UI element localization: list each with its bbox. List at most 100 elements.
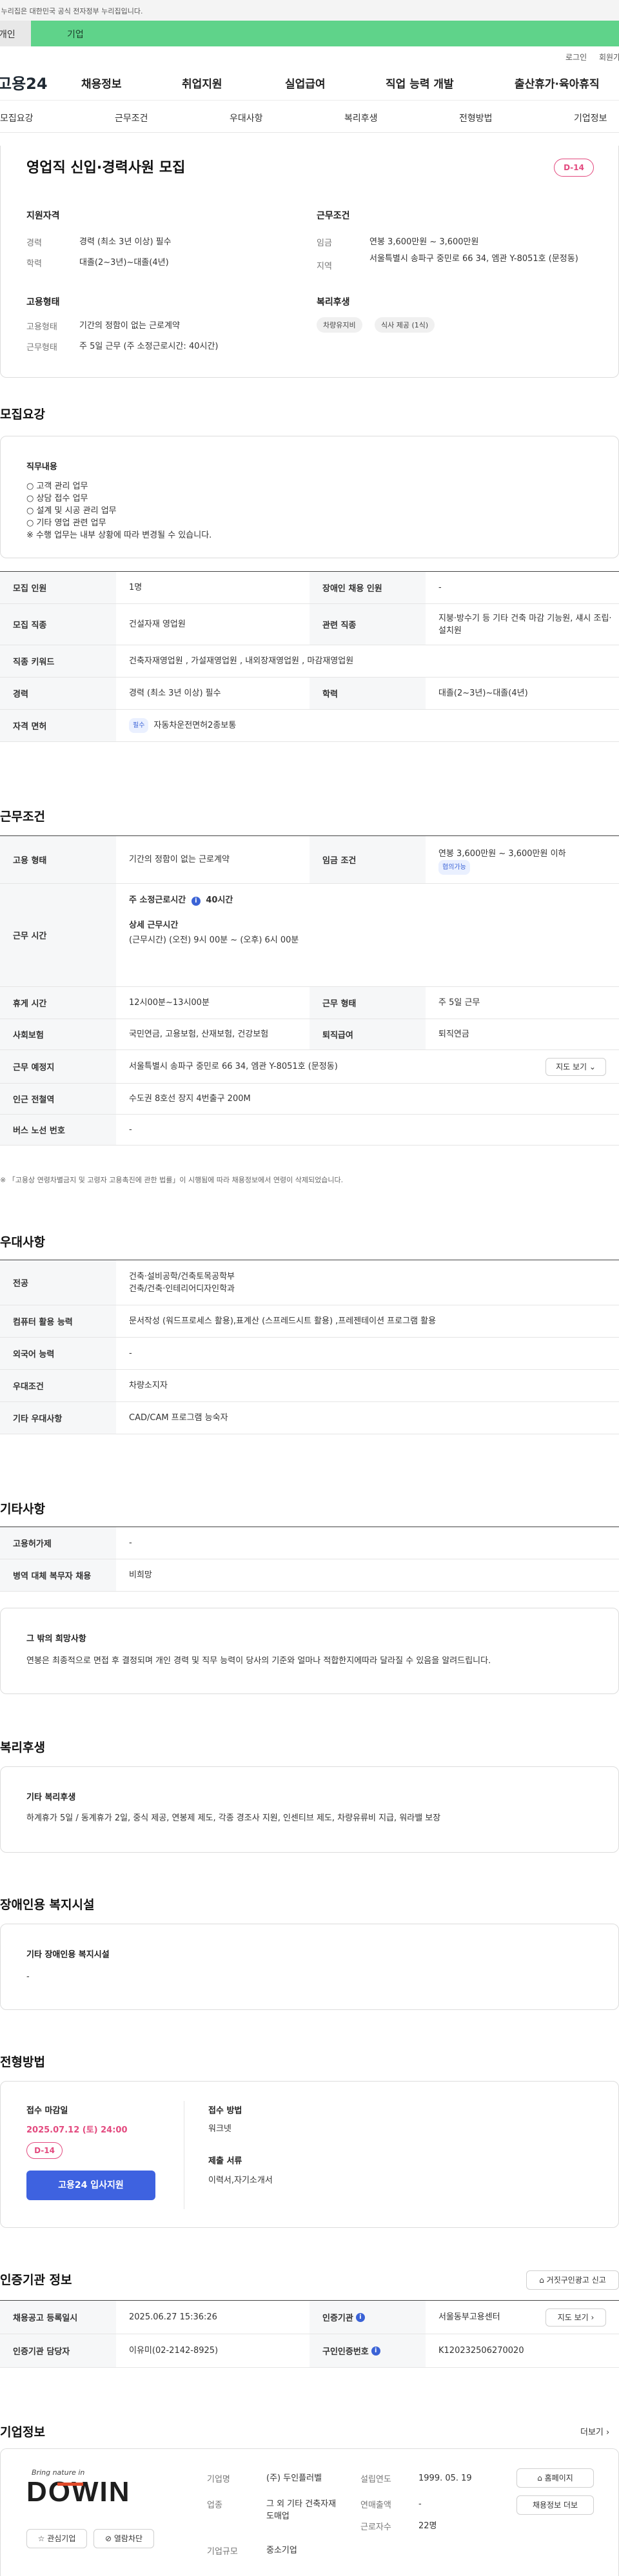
gnb-menu-support[interactable]: 취업지원	[182, 75, 222, 91]
agency-map-button[interactable]: 지도 보기 ›	[545, 2308, 606, 2327]
disabled-value: -	[438, 583, 442, 592]
computer-label: 컴퓨터 활용 능력	[0, 1305, 116, 1337]
weekly-hours: 주 소정근로시간 i 40시간	[129, 894, 619, 906]
homepage-button[interactable]: ⌂ 홈페이지	[516, 2468, 594, 2488]
employees-value: 22명	[418, 2521, 437, 2531]
major-value: 건축/건축·인테리어디자인학과	[129, 1284, 235, 1294]
map-button[interactable]: 지도 보기 ⌄	[545, 1058, 606, 1076]
apply-button[interactable]: 고용24 입사지원	[26, 2171, 155, 2200]
tab-company-label: 기업	[67, 30, 84, 40]
table-row: 고용 형태 기간의 정함이 없는 근로계약 임금 조건 연봉 3,600만원 ~…	[0, 836, 619, 884]
info-icon[interactable]: i	[355, 2312, 365, 2322]
major-value: 건축·설비공학/건축토목공학부	[129, 1272, 235, 1282]
login-link[interactable]: 로그인	[565, 52, 587, 63]
job-value: 건설자재 영업원	[129, 620, 186, 629]
career-value: 경력 (최소 3년 이상) 필수	[79, 237, 172, 247]
join-link[interactable]: 회원가입	[599, 52, 619, 63]
welfare-section-title: 복리후생	[0, 1741, 45, 1755]
permit-value: -	[129, 1538, 132, 1548]
military-value: 비희망	[129, 1570, 152, 1580]
gnb-menu-jobs[interactable]: 채용정보	[81, 75, 122, 91]
emp-value: 기간의 정함이 없는 근로계약	[129, 855, 230, 864]
career-label: 경력	[0, 678, 116, 709]
edu-value: 대졸(2~3년)~대졸(4년)	[438, 688, 528, 698]
disabled-card: 기타 장애인용 복지시설 -	[0, 1924, 619, 2010]
process-section-title: 전형방법	[0, 2055, 45, 2069]
conditions-section-title: 근무조건	[0, 810, 45, 824]
table-row: 채용공고 등록일시 2025.06.27 15:36:26 인증기관 i 서울동…	[0, 2301, 619, 2334]
license-cell: 필수 자동차운전면허2종보통	[116, 710, 619, 741]
gnb-menu-leave[interactable]: 출산휴가·육아휴직	[515, 75, 600, 91]
block-company-button[interactable]: ⊘ 열람차단	[93, 2529, 154, 2548]
tab-company[interactable]: 기업	[31, 21, 619, 46]
related-label: 관련 직종	[310, 604, 426, 645]
company-name-label: 기업명	[207, 2475, 230, 2484]
subnav-process[interactable]: 전형방법	[459, 112, 493, 124]
job-summary-card: 영업직 신입·경력사원 모집 D-14 지원자격 경력 경력 (최소 3년 이상…	[0, 146, 619, 378]
gnb-menu-training[interactable]: 직업 능력 개발	[386, 75, 454, 91]
rest-label: 휴게 시간	[0, 987, 116, 1019]
wage-label: 임금 조건	[310, 836, 426, 883]
pref-cond-value: 차량소지자	[129, 1381, 168, 1390]
table-row: 근무 예정지 서울특별시 송파구 중민로 66 34, 엠관 Y-8051호 (…	[0, 1050, 619, 1084]
table-row: 병역 대체 복무자 채용 비희망	[0, 1559, 619, 1592]
tab-personal[interactable]: 개인	[0, 21, 31, 46]
bus-label: 버스 노선 번호	[0, 1115, 116, 1145]
agency-label: 인증기관 i	[310, 2301, 426, 2334]
etc-table: 고용허가제 - 병역 대체 복무자 채용 비희망	[0, 1527, 619, 1592]
qual-heading: 지원자격	[26, 211, 60, 221]
place-label: 근무 예정지	[0, 1050, 116, 1083]
tab-personal-label: 개인	[0, 30, 15, 40]
subway-label: 인근 전철역	[0, 1084, 116, 1114]
subnav-company[interactable]: 기업정보	[574, 112, 607, 124]
home-icon: ⌂	[537, 2474, 542, 2483]
info-icon[interactable]: i	[191, 897, 201, 906]
welfare-text: 하계휴가 5일 / 동계휴가 2일, 중식 제공, 연봉제 제도, 각종 경조사…	[26, 1813, 441, 1823]
retire-label: 퇴직급여	[310, 1019, 426, 1049]
star-icon: ☆	[37, 2534, 45, 2543]
info-icon[interactable]: i	[371, 2346, 380, 2356]
hours-label: 근무 시간	[0, 884, 116, 986]
table-row: 자격 면허 필수 자동차운전면허2종보통	[0, 710, 619, 742]
fav-company-button[interactable]: ☆ 관심기업	[26, 2529, 87, 2548]
table-row: 직종 키워드 건축자재영업원 , 가설재영업원 , 내외장재영업원 , 마감재영…	[0, 645, 619, 678]
place-value: 서울특별시 송파구 중민로 66 34, 엠관 Y-8051호 (문정동)	[129, 1062, 338, 1071]
map-button-label: 지도 보기	[556, 1062, 587, 1071]
related-value: 지붕·방수기 등 기타 건축 마감 기능원, 섀시 조립·설치원	[438, 613, 612, 636]
gnb-menu-unemployment[interactable]: 실업급여	[285, 75, 326, 91]
pref-cond-label: 우대조건	[0, 1370, 116, 1401]
subnav-preference[interactable]: 우대사항	[230, 112, 263, 124]
pref-etc-label: 기타 우대사항	[0, 1402, 116, 1434]
report-button[interactable]: ⌂ 거짓구인광고 신고	[526, 2270, 619, 2290]
site-logo[interactable]: 고용24	[0, 71, 48, 93]
subnav-recruit[interactable]: 모집요강	[0, 112, 34, 124]
table-row: 인근 전철역 수도권 8호선 장지 4번출구 200M	[0, 1084, 619, 1115]
table-row: 전공 건축·설비공학/건축토목공학부 건축/건축·인테리어디자인학과	[0, 1260, 619, 1305]
revenue-label: 연매출액	[360, 2501, 391, 2510]
table-row: 사회보험 국민연금, 고용보험, 산재보험, 건강보험 퇴직급여 퇴직연금	[0, 1019, 619, 1050]
hours-cell: 주 소정근로시간 i 40시간 상세 근무시간 (근무시간) (오전) 9시 0…	[116, 884, 619, 986]
dday-badge: D-14	[554, 159, 594, 177]
company-logo: Bring nature in DOWIN	[26, 2468, 149, 2513]
gov-notice-bar: 이 누리집은 대한민국 공식 전자정부 누리집입니다.	[0, 0, 619, 21]
wage-cell: 연봉 3,600만원 ~ 3,600만원 이하 협의가능	[426, 836, 619, 883]
welfare-card: 기타 복리후생 하계휴가 5일 / 동계휴가 2일, 중식 제공, 연봉제 제도…	[0, 1766, 619, 1853]
subnav-welfare[interactable]: 복리후생	[344, 112, 378, 124]
company-jobs-button[interactable]: 채용정보 더보	[516, 2495, 594, 2515]
computer-value: 문서작성 (워드프로세스 활용),표계산 (스프레드시트 활용) ,프레젠테이션…	[129, 1316, 437, 1326]
insurance-value: 국민연금, 고용보험, 산재보험, 건강보험	[129, 1029, 269, 1039]
license-label: 자격 면허	[0, 710, 116, 741]
edu-label: 학력	[310, 678, 426, 709]
preference-table: 전공 건축·설비공학/건축토목공학부 건축/건축·인테리어디자인학과 컴퓨터 활…	[0, 1260, 619, 1434]
keyword-label: 직종 키워드	[0, 645, 116, 677]
emp-type-value: 기간의 정함이 없는 근로계약	[79, 321, 180, 331]
process-card: 접수 마감일 2025.07.12 (토) 24:00 D-14 고용24 입사…	[0, 2081, 619, 2228]
industry-value: 그 외 기타 건축자재 도매업	[266, 2499, 337, 2521]
section-subnav: 모집요강 근무조건 우대사항 복리후생 전형방법 기업정보	[0, 101, 619, 133]
size-value: 중소기업	[266, 2546, 297, 2555]
hope-heading: 그 밖의 희망사항	[26, 1634, 86, 1644]
subnav-conditions[interactable]: 근무조건	[115, 112, 148, 124]
company-more-link[interactable]: 더보기 ›	[580, 2425, 609, 2437]
wage-value: 연봉 3,600만원 ~ 3,600만원 이하	[438, 849, 566, 859]
major-cell: 건축·설비공학/건축토목공학부 건축/건축·인테리어디자인학과	[116, 1260, 619, 1305]
